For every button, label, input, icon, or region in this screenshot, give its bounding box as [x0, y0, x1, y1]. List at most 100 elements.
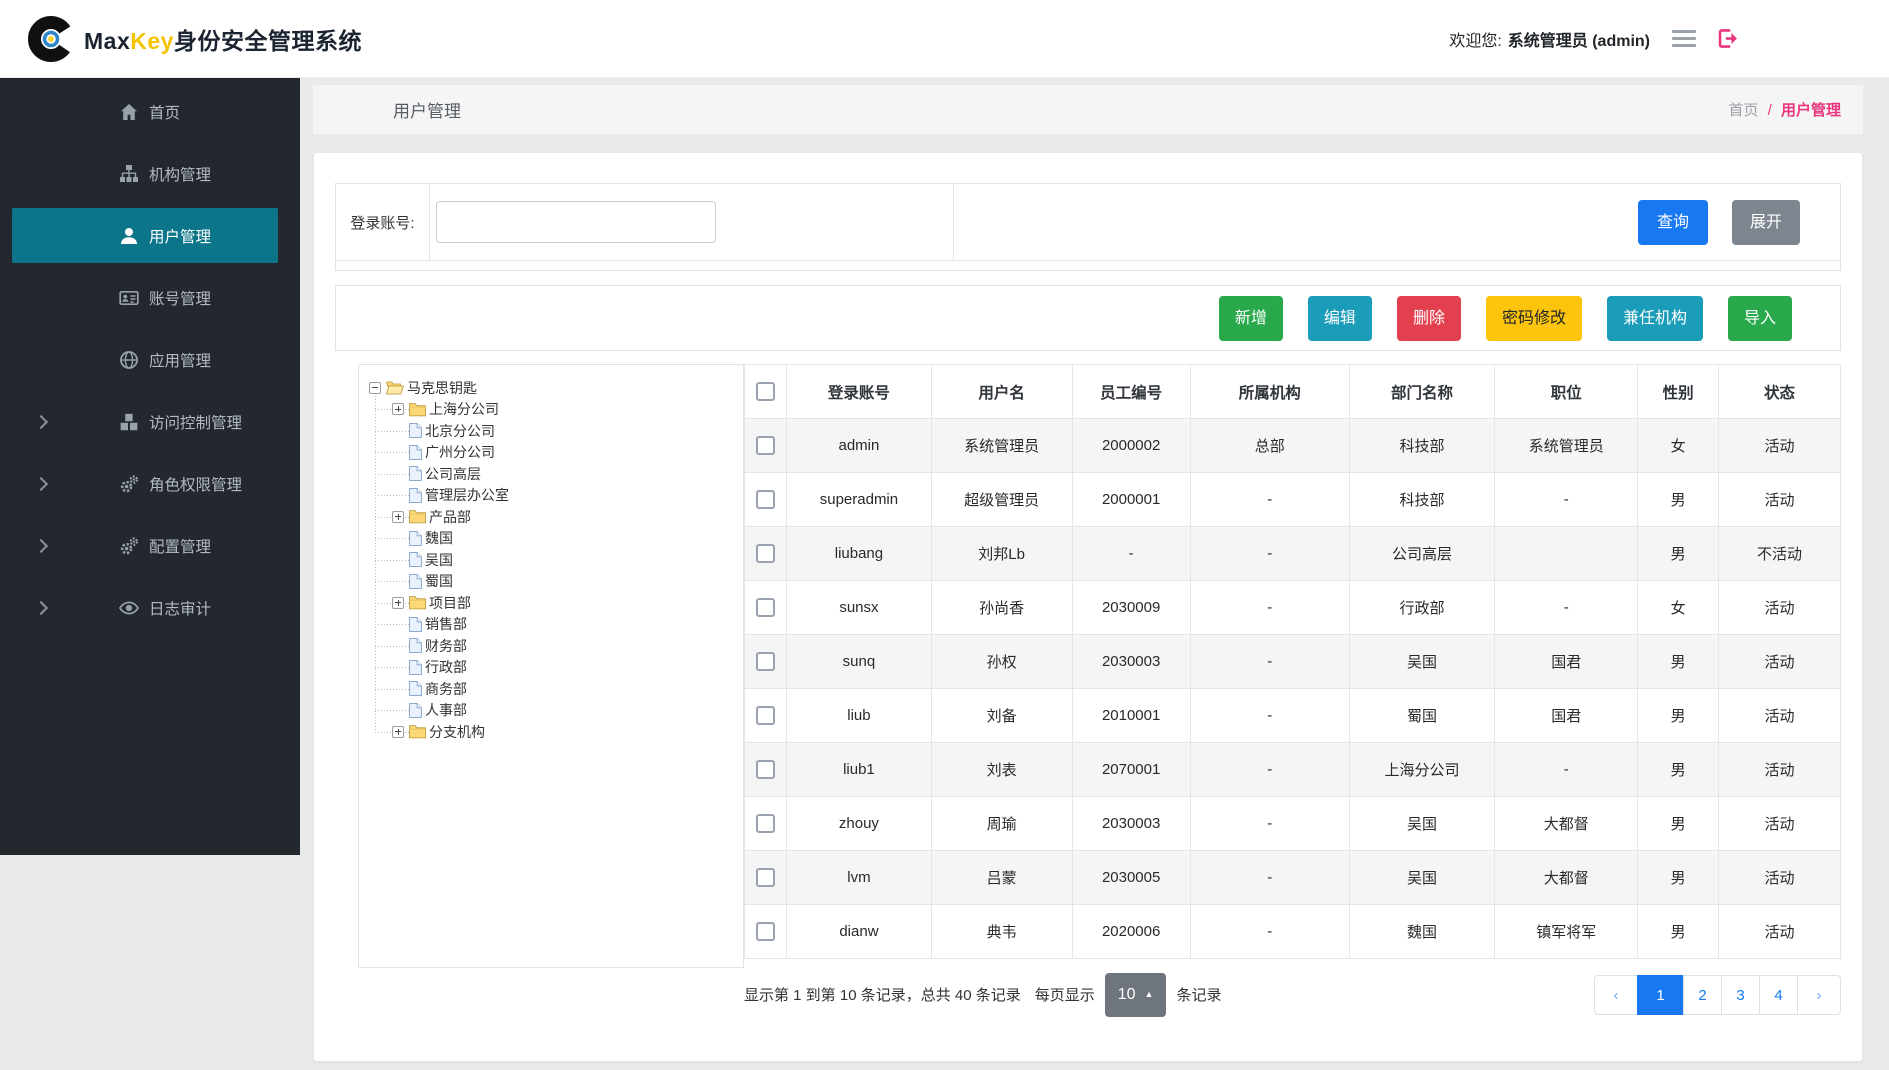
sidebar-item-audit[interactable]: 日志审计	[12, 580, 278, 635]
folder-icon	[409, 595, 426, 610]
sidebar-item-home[interactable]: 首页	[12, 84, 278, 139]
table-row[interactable]: liub刘备2010001-蜀国国君男活动	[745, 689, 1841, 743]
tree-node[interactable]: 吴国	[392, 549, 737, 571]
tree-node[interactable]: 销售部	[392, 614, 737, 636]
prev-page-button[interactable]: ‹	[1594, 975, 1638, 1015]
sidebar-item-accounts[interactable]: 账号管理	[12, 270, 278, 325]
tree-expand-icon[interactable]	[392, 726, 404, 738]
tree-node[interactable]: 项目部	[392, 592, 737, 614]
import-button[interactable]: 导入	[1728, 296, 1792, 341]
page-button-2[interactable]: 2	[1683, 975, 1722, 1015]
logout-icon[interactable]	[1716, 27, 1739, 50]
table-cell: 魏国	[1349, 905, 1494, 959]
concurrent-org-button[interactable]: 兼任机构	[1607, 296, 1703, 341]
table-cell: 活动	[1718, 689, 1840, 743]
table-row[interactable]: lvm吕蒙2030005-吴国大都督男活动	[745, 851, 1841, 905]
tree-node[interactable]: 财务部	[392, 635, 737, 657]
sidebar-item-users[interactable]: 用户管理	[12, 208, 278, 263]
tree-node[interactable]: 行政部	[392, 657, 737, 679]
toolbar: 新增编辑删除密码修改兼任机构导入	[335, 285, 1841, 351]
table-cell: 孙权	[931, 635, 1072, 689]
tree-node[interactable]: 产品部	[392, 506, 737, 528]
edit-button[interactable]: 编辑	[1308, 296, 1372, 341]
table-row[interactable]: superadmin超级管理员2000001-科技部-男活动	[745, 473, 1841, 527]
table-cell: 2030005	[1072, 851, 1190, 905]
table-row[interactable]: sunq孙权2030003-吴国国君男活动	[745, 635, 1841, 689]
table-cell: 吕蒙	[931, 851, 1072, 905]
table-cell: -	[1495, 743, 1638, 797]
query-button[interactable]: 查询	[1638, 200, 1708, 245]
table-row[interactable]: liub1刘表2070001-上海分公司-男活动	[745, 743, 1841, 797]
tree-expand-icon[interactable]	[392, 403, 404, 415]
tree-collapse-icon[interactable]	[369, 382, 381, 394]
tree-node[interactable]: 分支机构	[392, 721, 737, 743]
tree-node[interactable]: 北京分公司	[392, 420, 737, 442]
table-cell: 科技部	[1349, 419, 1494, 473]
per-page-prefix: 每页显示	[1035, 984, 1095, 1005]
next-page-button[interactable]: ›	[1797, 975, 1841, 1015]
delete-button[interactable]: 删除	[1397, 296, 1461, 341]
page-size-dropdown[interactable]: 10 ▲	[1105, 973, 1167, 1017]
row-checkbox[interactable]	[756, 814, 775, 833]
table-cell: 活动	[1718, 743, 1840, 797]
sidebar-item-config[interactable]: 配置管理	[12, 518, 278, 573]
tree-node[interactable]: 商务部	[392, 678, 737, 700]
select-all-checkbox[interactable]	[756, 382, 775, 401]
breadcrumb-current: 用户管理	[1781, 102, 1841, 119]
column-header: 状态	[1718, 365, 1840, 419]
login-account-input[interactable]	[436, 201, 716, 243]
cubes-icon	[118, 412, 140, 432]
breadcrumb-home-link[interactable]: 首页	[1728, 102, 1758, 119]
table-cell: 大都督	[1495, 851, 1638, 905]
table-cell: 吴国	[1349, 635, 1494, 689]
tree-node[interactable]: 广州分公司	[392, 442, 737, 464]
table-row[interactable]: sunsx孙尚香2030009-行政部-女活动	[745, 581, 1841, 635]
row-checkbox[interactable]	[756, 760, 775, 779]
tree-node-root[interactable]: 马克思钥匙	[369, 377, 737, 399]
row-checkbox[interactable]	[756, 868, 775, 887]
page-button-1[interactable]: 1	[1637, 975, 1684, 1015]
page-heading: 用户管理 首页 / 用户管理	[313, 85, 1863, 134]
table-row[interactable]: liubang刘邦Lb--公司高层男不活动	[745, 527, 1841, 581]
page-button-3[interactable]: 3	[1721, 975, 1760, 1015]
tree-node[interactable]: 公司高层	[392, 463, 737, 485]
tree-node[interactable]: 上海分公司	[392, 399, 737, 421]
tree-node[interactable]: 管理层办公室	[392, 485, 737, 507]
row-checkbox[interactable]	[756, 922, 775, 941]
password-change-button[interactable]: 密码修改	[1486, 296, 1582, 341]
table-cell: 刘备	[931, 689, 1072, 743]
row-checkbox[interactable]	[756, 598, 775, 617]
add-button[interactable]: 新增	[1219, 296, 1283, 341]
file-icon	[409, 617, 422, 632]
table-row[interactable]: zhouy周瑜2030003-吴国大都督男活动	[745, 797, 1841, 851]
table-row[interactable]: admin系统管理员2000002总部科技部系统管理员女活动	[745, 419, 1841, 473]
tree-node[interactable]: 魏国	[392, 528, 737, 550]
table-cell: liubang	[787, 527, 931, 581]
tree-expand-icon[interactable]	[392, 511, 404, 523]
row-checkbox[interactable]	[756, 706, 775, 725]
pager: ‹1234›	[1594, 975, 1841, 1015]
row-checkbox[interactable]	[756, 490, 775, 509]
row-checkbox[interactable]	[756, 436, 775, 455]
sidebar-item-label: 应用管理	[149, 349, 211, 371]
tree-node[interactable]: 蜀国	[392, 571, 737, 593]
checkbox-cell	[745, 419, 787, 473]
sidebar-item-org[interactable]: 机构管理	[12, 146, 278, 201]
sidebar-item-roles[interactable]: 角色权限管理	[12, 456, 278, 511]
expand-button[interactable]: 展开	[1732, 200, 1800, 245]
sidebar-item-apps[interactable]: 应用管理	[12, 332, 278, 387]
page-button-4[interactable]: 4	[1759, 975, 1798, 1015]
menu-toggle-icon[interactable]	[1672, 30, 1696, 47]
tree-node-label: 行政部	[425, 657, 467, 677]
row-checkbox[interactable]	[756, 652, 775, 671]
row-checkbox[interactable]	[756, 544, 775, 563]
sidebar-item-access-control[interactable]: 访问控制管理	[12, 394, 278, 449]
tree-expand-icon[interactable]	[392, 597, 404, 609]
tree-node[interactable]: 人事部	[392, 700, 737, 722]
file-icon	[409, 445, 422, 460]
table-cell: 系统管理员	[1495, 419, 1638, 473]
table-cell: 活动	[1718, 851, 1840, 905]
table-row[interactable]: dianw典韦2020006-魏国镇军将军男活动	[745, 905, 1841, 959]
column-header: 性别	[1638, 365, 1719, 419]
table-cell: -	[1190, 527, 1349, 581]
